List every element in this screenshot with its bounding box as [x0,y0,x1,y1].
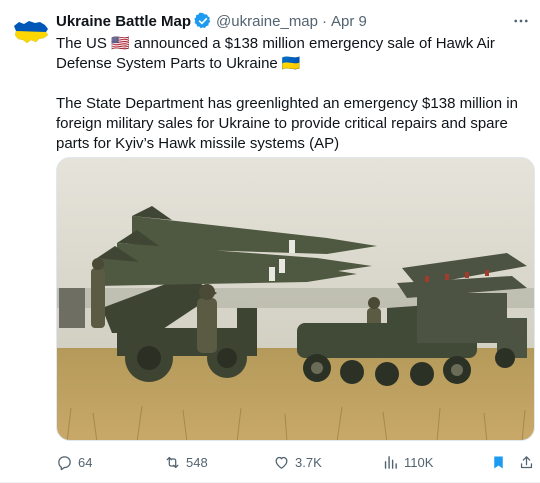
tweet-photo[interactable] [56,157,535,441]
bookmark-icon [494,455,503,469]
reply-count: 64 [78,454,93,470]
reply-icon [58,455,71,470]
views-button[interactable]: 110K [382,454,433,471]
retweet-count: 548 [186,454,208,470]
display-name[interactable]: Ukraine Battle Map [56,13,191,30]
handle[interactable]: @ukraine_map [216,13,318,30]
tweet-date[interactable]: Apr 9 [331,13,367,30]
ukraine-map-avatar-icon [12,12,50,50]
verified-badge-icon [194,12,212,30]
tweet-text-paragraph-1: The US 🇺🇸 announced a $138 million emerg… [56,35,495,72]
like-count: 3.7K [295,454,322,470]
avatar[interactable] [12,12,50,50]
tweet[interactable]: Ukraine Battle Map @ukraine_map · Apr 9 … [0,0,540,483]
tweet-header: Ukraine Battle Map @ukraine_map · Apr 9 [56,10,532,32]
tweet-content: Ukraine Battle Map @ukraine_map · Apr 9 … [56,10,532,154]
tweet-actions: 64 548 3.7K 110K [56,450,536,474]
more-horizontal-icon[interactable] [510,10,532,32]
bookmark-button[interactable] [490,454,507,471]
retweet-icon [166,456,179,468]
views-icon [384,455,397,469]
reply-button[interactable]: 64 [56,454,92,471]
share-icon [520,455,533,468]
views-count: 110K [404,454,434,470]
separator-dot: · [322,12,327,30]
retweet-button[interactable]: 548 [164,454,208,471]
share-button[interactable] [518,454,535,471]
hawk-missile-launchers-photo [57,158,534,440]
tweet-text-paragraph-2: The State Department has greenlighted an… [56,95,518,152]
like-icon [275,456,288,469]
tweet-text: The US 🇺🇸 announced a $138 million emerg… [56,34,532,154]
like-button[interactable]: 3.7K [273,454,322,471]
